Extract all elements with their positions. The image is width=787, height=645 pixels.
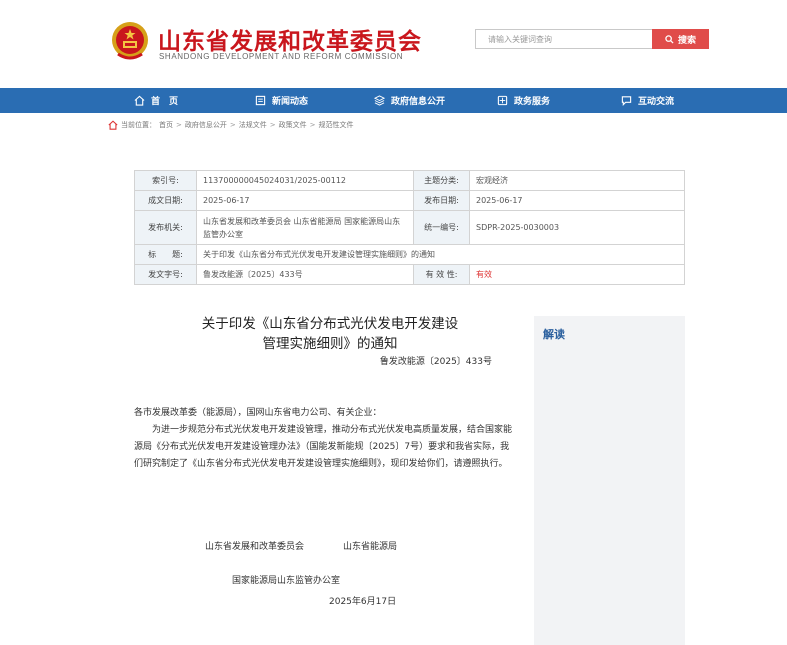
published-date-value: 2025-06-17: [469, 190, 685, 211]
title-value: 关于印发《山东省分布式光伏发电开发建设管理实施细则》的通知: [196, 244, 685, 265]
created-date-label: 成文日期:: [134, 190, 197, 211]
nav-label-home: 首 页: [151, 97, 179, 107]
news-icon: [255, 95, 266, 106]
main-nav: 首 页 新闻动态 政府信息公开 政务服务 互动交流: [0, 88, 787, 113]
breadcrumb-separator: >: [176, 121, 182, 129]
document-body: 各市发展改革委（能源局），国网山东省电力公司、有关企业： 为进一步规范分布式光伏…: [134, 405, 518, 473]
table-row: 发文字号: 鲁发改能源〔2025〕433号 有 效 性: 有效: [134, 264, 685, 285]
index-no-value: 11370000004502403​1/2025-00112: [196, 170, 414, 191]
breadcrumb-prefix: 当前位置：: [121, 121, 156, 129]
category-label: 主题分类:: [413, 170, 470, 191]
nav-item-home[interactable]: 首 页: [134, 88, 178, 113]
table-row: 发布机关: 山东省发展和改革委员会 山东省能源局 国家能源局山东监管办公室 统一…: [134, 210, 685, 245]
nav-item-interaction[interactable]: 互动交流: [621, 88, 674, 113]
table-row: 标 题: 关于印发《山东省分布式光伏发电开发建设管理实施细则》的通知: [134, 244, 685, 265]
issuer-label: 发布机关:: [134, 210, 197, 245]
national-emblem-icon: [112, 22, 148, 60]
interpretation-panel: 解读: [534, 316, 685, 645]
search-input[interactable]: [475, 29, 653, 49]
validity-value: 有效: [469, 264, 685, 285]
issuer-value: 山东省发展和改革委员会 山东省能源局 国家能源局山东监管办公室: [196, 210, 414, 245]
published-date-label: 发布日期:: [413, 190, 470, 211]
breadcrumb-item-normative-docs[interactable]: 规范性文件: [319, 120, 354, 130]
validity-label: 有 效 性:: [413, 264, 470, 285]
table-row: 成文日期: 2025-06-17 发布日期: 2025-06-17: [134, 190, 685, 211]
chat-icon: [621, 96, 632, 106]
title-label: 标 题:: [134, 244, 197, 265]
breadcrumb: 当前位置： 首页 > 政府信息公开 > 法规文件 > 政策文件 > 规范性文件: [108, 119, 354, 131]
site-title: 山东省发展和改革委员会: [158, 29, 422, 55]
interpretation-title: 解读: [543, 328, 565, 341]
table-row: 索引号: 11370000004502403​1/2025-00112 主题分类…: [134, 170, 685, 191]
document-date: 2025年6月17日: [329, 597, 397, 607]
document-addressee: 各市发展改革委（能源局），国网山东省电力公司、有关企业：: [134, 408, 382, 418]
nav-item-news[interactable]: 新闻动态: [255, 88, 308, 113]
doc-no-value: 鲁发改能源〔2025〕433号: [196, 264, 414, 285]
doc-no-label: 发文字号:: [134, 264, 197, 285]
signer-ndrc: 山东省发展和改革委员会: [205, 542, 305, 552]
service-icon: [497, 95, 508, 106]
site-subtitle: SHANDONG DEVELOPMENT AND REFORM COMMISSI…: [159, 52, 404, 61]
search-button-label: 搜索: [677, 35, 696, 46]
signer-energy-bureau: 山东省能源局: [343, 542, 398, 552]
home-icon: [134, 95, 145, 106]
home-icon: [108, 120, 118, 130]
search-button[interactable]: 搜索: [652, 29, 709, 49]
index-no-label: 索引号:: [134, 170, 197, 191]
nav-item-info-disclosure[interactable]: 政府信息公开: [374, 88, 445, 113]
signer-nea-shandong-office: 国家能源局山东监管办公室: [232, 576, 341, 586]
category-value: 宏观经济: [469, 170, 685, 191]
document-title: 关于印发《山东省分布式光伏发电开发建设 管理实施细则》的通知: [150, 314, 510, 354]
breadcrumb-separator: >: [309, 121, 316, 129]
document-metadata-table: 索引号: 11370000004502403​1/2025-00112 主题分类…: [134, 170, 685, 285]
unified-no-label: 统一编号:: [413, 210, 470, 245]
document-title-line1: 关于印发《山东省分布式光伏发电开发建设: [201, 316, 459, 332]
nav-label-info-disclosure: 政府信息公开: [391, 97, 446, 107]
nav-label-interaction: 互动交流: [638, 97, 675, 107]
nav-label-services: 政务服务: [514, 97, 551, 107]
nav-item-services[interactable]: 政务服务: [497, 88, 550, 113]
breadcrumb-item-policy-docs[interactable]: 政策文件: [279, 120, 307, 130]
breadcrumb-item-regulations[interactable]: 法规文件: [239, 120, 267, 130]
document-title-line2: 管理实施细则》的通知: [262, 336, 398, 352]
search-icon: [665, 34, 674, 44]
breadcrumb-item-info-disclosure[interactable]: 政府信息公开: [185, 120, 227, 130]
breadcrumb-item-home[interactable]: 首页: [159, 120, 173, 130]
layers-icon: [374, 95, 385, 106]
unified-no-value: SDPR-2025-0030003: [469, 210, 685, 245]
document-number: 鲁发改能源〔2025〕433号: [379, 357, 492, 367]
created-date-value: 2025-06-17: [196, 190, 414, 211]
breadcrumb-separator: >: [229, 121, 236, 129]
breadcrumb-separator: >: [269, 121, 276, 129]
document-paragraph: 为进一步规范分布式光伏发电开发建设管理，推动分布式光伏发电高质量发展，结合国家能…: [134, 425, 513, 469]
nav-label-news: 新闻动态: [272, 97, 309, 107]
site-header: 山东省发展和改革委员会 SHANDONG DEVELOPMENT AND REF…: [0, 0, 787, 88]
